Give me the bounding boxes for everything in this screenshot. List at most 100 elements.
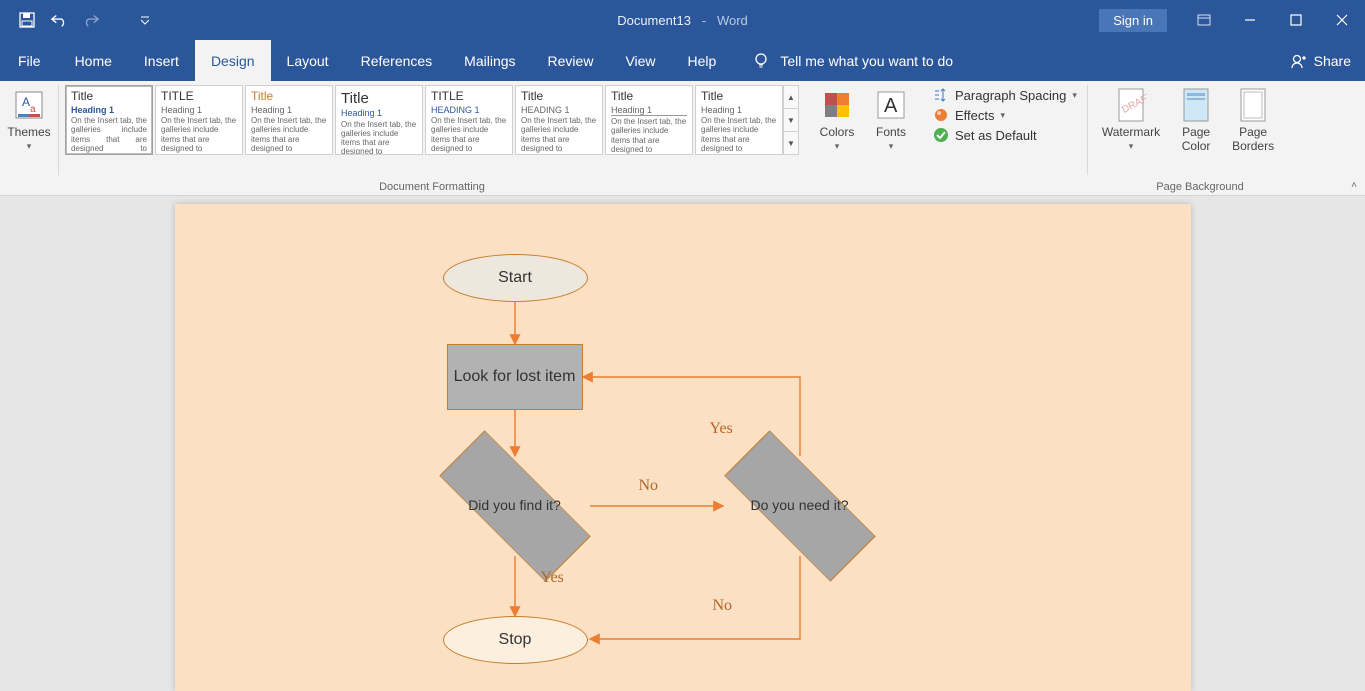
tell-me-label: Tell me what you want to do xyxy=(780,53,953,69)
style-set-item[interactable]: TitleHeading 1On the Insert tab, the gal… xyxy=(335,85,423,155)
flowchart-stop[interactable]: Stop xyxy=(443,616,588,664)
chevron-down-icon: ▾ xyxy=(835,141,840,152)
page-borders-icon xyxy=(1235,87,1271,123)
group-colors-fonts: Colors ▾ A Fonts ▾ xyxy=(805,81,923,195)
tab-file[interactable]: File xyxy=(0,40,59,81)
gallery-more[interactable]: ▼ xyxy=(784,131,798,154)
flowchart-look-label: Look for lost item xyxy=(454,367,576,388)
paragraph-spacing-icon xyxy=(933,87,949,103)
page-color-icon xyxy=(1178,87,1214,123)
minimize-icon[interactable] xyxy=(1227,0,1273,40)
svg-text:A: A xyxy=(884,95,898,117)
redo-icon[interactable] xyxy=(82,11,100,29)
paragraph-spacing-label: Paragraph Spacing xyxy=(955,88,1066,103)
style-set-gallery[interactable]: TitleHeading 1On the Insert tab, the gal… xyxy=(65,85,783,155)
tab-references[interactable]: References xyxy=(345,40,449,81)
flowchart-decision-find[interactable]: Did you find it? xyxy=(440,456,590,556)
watermark-label: Watermark xyxy=(1102,125,1160,139)
flowchart-need-label: Do you need it? xyxy=(750,497,848,515)
colors-button[interactable]: Colors ▾ xyxy=(811,85,863,195)
flowchart-decision-need[interactable]: Do you need it? xyxy=(725,456,875,556)
watermark-button[interactable]: DRAFT Watermark ▾ xyxy=(1094,85,1168,195)
paragraph-spacing-button[interactable]: Paragraph Spacing ▾ xyxy=(933,87,1077,103)
maximize-icon[interactable] xyxy=(1273,0,1319,40)
tab-layout[interactable]: Layout xyxy=(271,40,345,81)
share-icon xyxy=(1290,52,1308,70)
page-borders-label: Page Borders xyxy=(1232,125,1274,153)
style-set-item[interactable]: TitleHeading 1On the Insert tab, the gal… xyxy=(605,85,693,155)
tab-view[interactable]: View xyxy=(609,40,671,81)
collapse-ribbon-icon[interactable]: ˄ xyxy=(1351,180,1357,191)
style-set-item[interactable]: TitleHeading 1On the Insert tab, the gal… xyxy=(65,85,153,155)
group-page-background: DRAFT Watermark ▾ Page Color Page Border… xyxy=(1088,81,1312,195)
tab-design[interactable]: Design xyxy=(195,40,271,81)
fonts-button[interactable]: A Fonts ▾ xyxy=(865,85,917,195)
style-set-item[interactable]: TITLEHEADING 1On the Insert tab, the gal… xyxy=(425,85,513,155)
tab-home[interactable]: Home xyxy=(59,40,128,81)
share-button[interactable]: Share xyxy=(1290,40,1351,81)
group-document-formatting: TitleHeading 1On the Insert tab, the gal… xyxy=(59,81,805,195)
themes-icon: Aa xyxy=(11,87,47,123)
themes-button[interactable]: Aa Themes ▾ xyxy=(6,85,52,154)
qat-customize-icon[interactable] xyxy=(136,11,154,29)
ribbon: Aa Themes ▾ TitleHeading 1On the Insert … xyxy=(0,81,1365,196)
style-set-item[interactable]: TitleHEADING 1On the Insert tab, the gal… xyxy=(515,85,603,155)
share-label: Share xyxy=(1314,53,1351,69)
gallery-scroll-up[interactable]: ▲ xyxy=(784,86,798,108)
flowchart-label-yes-find: Yes xyxy=(541,569,564,587)
quick-access-toolbar xyxy=(0,11,154,29)
gallery-scrollbar[interactable]: ▲ ▼ ▼ xyxy=(783,85,799,155)
tab-help[interactable]: Help xyxy=(672,40,733,81)
app-name: Word xyxy=(717,13,748,28)
tab-insert[interactable]: Insert xyxy=(128,40,195,81)
document-area[interactable]: Start Look for lost item Did you find it… xyxy=(0,196,1365,691)
svg-text:A: A xyxy=(22,95,30,109)
save-icon[interactable] xyxy=(18,11,36,29)
flowchart-process-look[interactable]: Look for lost item xyxy=(447,344,583,410)
flowchart-label-yes-need: Yes xyxy=(710,420,733,438)
style-set-item[interactable]: TITLEHeading 1On the Insert tab, the gal… xyxy=(155,85,243,155)
tab-mailings[interactable]: Mailings xyxy=(448,40,531,81)
chevron-down-icon: ▾ xyxy=(1072,90,1077,101)
chevron-down-icon: ▾ xyxy=(27,141,32,152)
fonts-icon: A xyxy=(873,87,909,123)
flowchart-label-no-find: No xyxy=(639,477,659,495)
undo-icon[interactable] xyxy=(50,11,68,29)
flowchart-start-label: Start xyxy=(498,269,532,287)
close-icon[interactable] xyxy=(1319,0,1365,40)
set-as-default-button[interactable]: Set as Default xyxy=(933,127,1077,143)
effects-label: Effects xyxy=(955,108,995,123)
page: Start Look for lost item Did you find it… xyxy=(175,204,1191,691)
watermark-icon: DRAFT xyxy=(1113,87,1149,123)
tab-review[interactable]: Review xyxy=(532,40,610,81)
style-set-item[interactable]: TitleHeading 1On the Insert tab, the gal… xyxy=(245,85,333,155)
page-borders-button[interactable]: Page Borders xyxy=(1224,85,1282,195)
flowchart-start[interactable]: Start xyxy=(443,254,588,302)
group-formatting-options: Paragraph Spacing ▾ Effects ▾ Set as Def… xyxy=(923,81,1087,195)
group-label-docformat: Document Formatting xyxy=(59,181,805,193)
title-bar: Document13 - Word Sign in xyxy=(0,0,1365,40)
tell-me-search[interactable]: Tell me what you want to do xyxy=(752,40,953,81)
fonts-label: Fonts xyxy=(876,125,906,139)
ribbon-display-options-icon[interactable] xyxy=(1181,0,1227,40)
page-color-button[interactable]: Page Color xyxy=(1170,85,1222,195)
window-title: Document13 - Word xyxy=(617,13,748,28)
chevron-down-icon: ▾ xyxy=(889,141,894,152)
gallery-scroll-down[interactable]: ▼ xyxy=(784,108,798,131)
chevron-down-icon: ▾ xyxy=(1001,110,1006,121)
ribbon-tabs: File Home Insert Design Layout Reference… xyxy=(0,40,1365,81)
flowchart: Start Look for lost item Did you find it… xyxy=(175,204,1191,691)
svg-text:a: a xyxy=(30,104,36,115)
effects-button[interactable]: Effects ▾ xyxy=(933,107,1077,123)
colors-icon xyxy=(819,87,855,123)
flowchart-stop-label: Stop xyxy=(499,631,532,649)
flowchart-label-no-need: No xyxy=(713,597,733,615)
document-name: Document13 xyxy=(617,13,691,28)
themes-label: Themes xyxy=(7,125,50,139)
set-default-label: Set as Default xyxy=(955,128,1037,143)
flowchart-arrows xyxy=(175,204,1191,691)
effects-icon xyxy=(933,107,949,123)
colors-label: Colors xyxy=(820,125,855,139)
sign-in-button[interactable]: Sign in xyxy=(1099,9,1167,32)
style-set-item[interactable]: TitleHeading 1On the Insert tab, the gal… xyxy=(695,85,783,155)
